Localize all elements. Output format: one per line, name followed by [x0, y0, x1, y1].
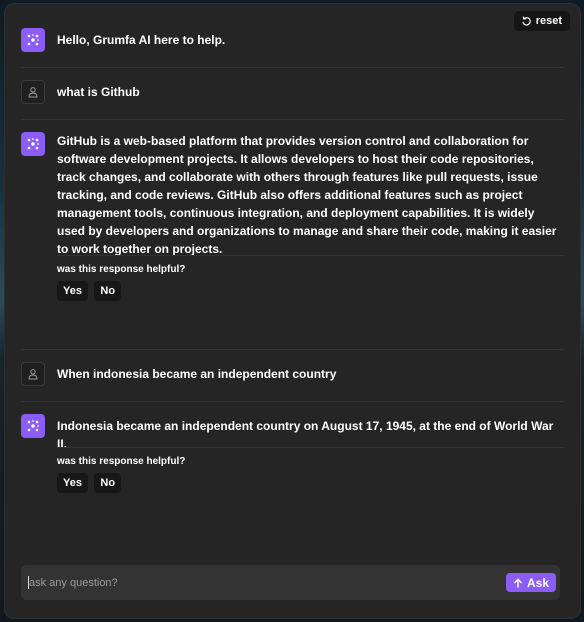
message-text: Hello, Grumfa AI here to help.: [57, 33, 226, 47]
refresh-icon: [522, 16, 531, 26]
divider: [21, 67, 564, 68]
ask-label: Ask: [526, 575, 549, 590]
message-text: what is Github: [57, 85, 140, 99]
ask-button[interactable]: Ask: [505, 573, 556, 592]
sparkle-icon: [21, 28, 45, 52]
user-message: what is Github: [21, 80, 564, 104]
feedback-question: was this response helpful?: [57, 456, 186, 467]
reset-label: reset: [535, 15, 562, 27]
divider: [21, 349, 564, 350]
sparkle-icon: [21, 132, 45, 156]
divider: [21, 119, 564, 120]
yes-button[interactable]: Yes: [57, 281, 88, 301]
chat-panel: reset Hello, Grumfa AI here to help. wha…: [5, 4, 580, 618]
assistant-message: Hello, Grumfa AI here to help.: [21, 28, 564, 52]
arrow-up-icon: [514, 577, 522, 588]
question-input[interactable]: [29, 565, 499, 600]
feedback-question: was this response helpful?: [57, 264, 186, 275]
yes-button[interactable]: Yes: [57, 473, 88, 493]
feedback-section: was this response helpful? Yes No: [57, 255, 564, 301]
message-text: GitHub is a web-based platform that prov…: [57, 134, 557, 256]
user-message: When indonesia became an independent cou…: [21, 362, 564, 386]
user-icon: [21, 80, 45, 104]
sparkle-icon: [21, 414, 45, 438]
message-text: When indonesia became an independent cou…: [57, 367, 337, 381]
no-button[interactable]: No: [94, 473, 122, 493]
user-icon: [21, 362, 45, 386]
no-button[interactable]: No: [94, 281, 122, 301]
divider: [57, 447, 564, 448]
feedback-section: was this response helpful? Yes No: [57, 447, 564, 493]
question-composer: Ask: [21, 565, 560, 600]
divider: [21, 401, 564, 402]
assistant-message: GitHub is a web-based platform that prov…: [21, 132, 564, 258]
divider: [57, 255, 564, 256]
